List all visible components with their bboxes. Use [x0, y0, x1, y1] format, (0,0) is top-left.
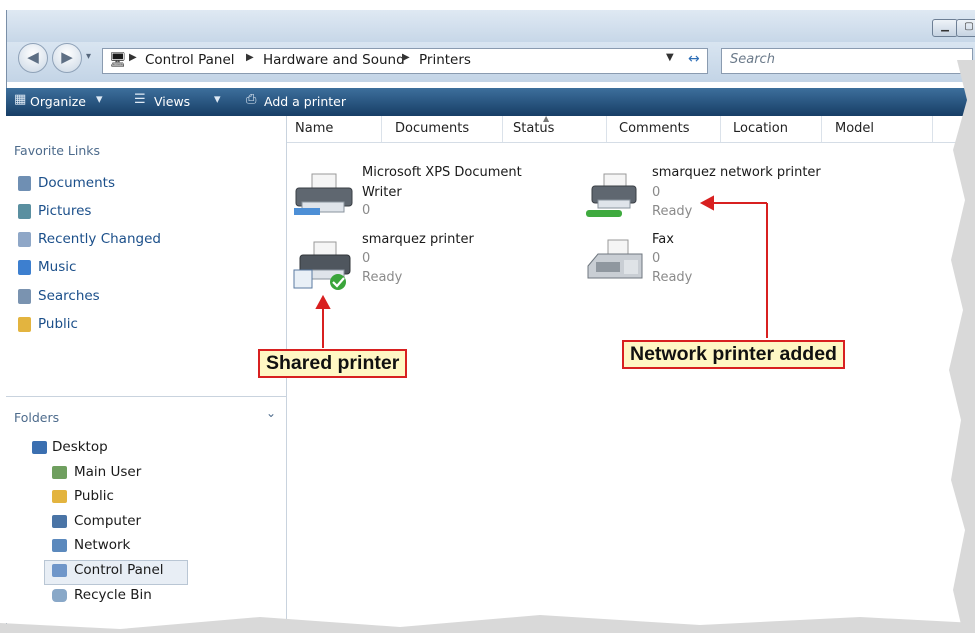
torn-edge-decoration: [949, 60, 975, 633]
network-printer-callout: Network printer added: [622, 340, 845, 369]
torn-bottom-edge-decoration: [0, 615, 975, 633]
callout-arrows: [315, 195, 768, 348]
shared-printer-callout: Shared printer: [258, 349, 408, 378]
